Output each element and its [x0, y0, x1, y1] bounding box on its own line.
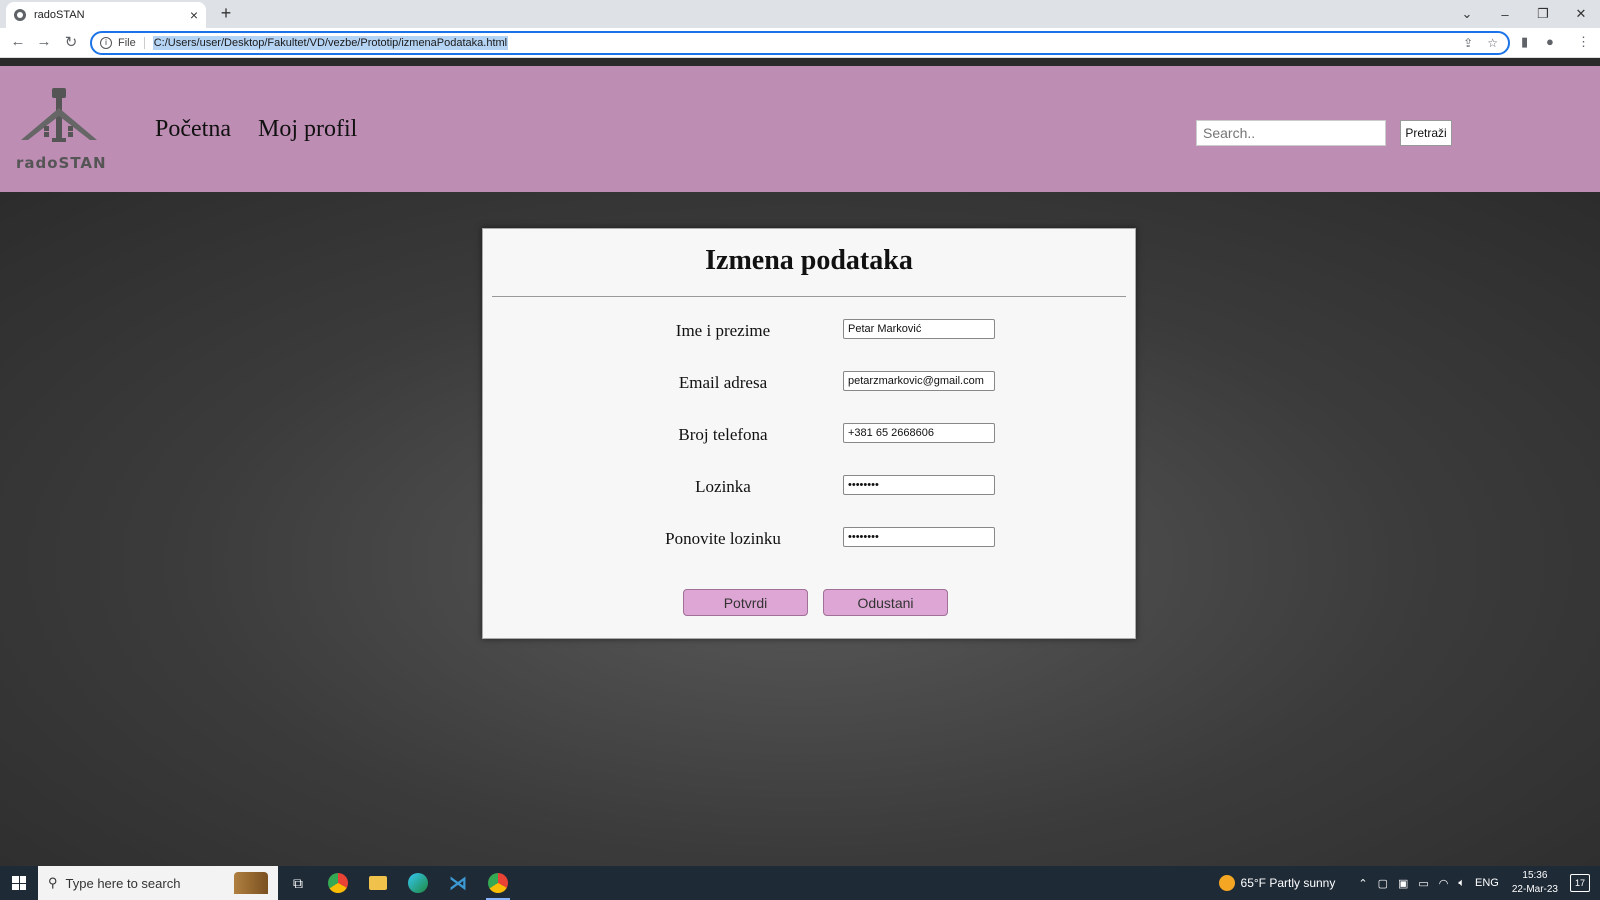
- clock[interactable]: 15:36 22-Mar-23: [1512, 869, 1558, 897]
- new-tab-button[interactable]: +: [214, 3, 238, 24]
- forward-icon[interactable]: →: [34, 33, 54, 50]
- restore-button[interactable]: ❐: [1524, 6, 1562, 22]
- key-house-logo-icon: [21, 88, 97, 142]
- globe-icon: [14, 9, 26, 21]
- url-omnibox[interactable]: i File C:/Users/user/Desktop/Fakultet/VD…: [90, 31, 1510, 55]
- email-label: Email adresa: [678, 373, 768, 392]
- site-header: radoSTAN Početna Moj profil Pretraži: [0, 66, 1600, 192]
- repeat-password-field[interactable]: [843, 527, 995, 547]
- notification-center-icon[interactable]: 17: [1570, 874, 1590, 892]
- task-view-icon[interactable]: ⧉: [278, 866, 318, 900]
- windows-taskbar: ⚲ Type here to search ⧉ ⋊ 65°F Partly su…: [0, 866, 1600, 900]
- brand-name: radoSTAN: [16, 154, 107, 172]
- page-top-strip: [0, 58, 1600, 66]
- file-explorer-icon[interactable]: [358, 866, 398, 900]
- profile-avatar-icon[interactable]: ●: [1546, 34, 1554, 49]
- site-info-icon[interactable]: i: [100, 37, 112, 49]
- windows-logo-icon: [12, 876, 26, 890]
- vscode-icon[interactable]: ⋊: [438, 866, 478, 900]
- weather-text: 65°F Partly sunny: [1240, 876, 1336, 890]
- field-row-password: Lozinka: [483, 475, 1137, 499]
- repeat-password-label: Ponovite lozinku: [665, 529, 781, 548]
- file-scheme-label: File: [118, 37, 145, 49]
- edge-icon[interactable]: [398, 866, 438, 900]
- cancel-button[interactable]: Odustani: [823, 589, 948, 616]
- search-button[interactable]: Pretraži: [1400, 120, 1452, 146]
- password-field[interactable]: [843, 475, 995, 495]
- name-field[interactable]: [843, 319, 995, 339]
- display-icon[interactable]: ▣: [1398, 877, 1408, 890]
- battery-icon[interactable]: ▭: [1418, 877, 1428, 890]
- weather-widget[interactable]: 65°F Partly sunny: [1218, 875, 1336, 891]
- system-tray: 65°F Partly sunny ⌃ ▢ ▣ ▭ ◠ 🔈︎ ENG 15:36…: [1218, 866, 1600, 900]
- title-divider: [492, 296, 1126, 297]
- search-input[interactable]: [1196, 120, 1386, 146]
- browser-tab-bar: radoSTAN × + ⌄ – ❐ ✕: [0, 0, 1600, 28]
- menu-kebab-icon[interactable]: ⋮: [1577, 34, 1590, 50]
- volume-icon[interactable]: 🔈︎: [1458, 877, 1465, 890]
- back-icon[interactable]: ←: [8, 33, 28, 50]
- address-bar-row: ← → ↻ i File C:/Users/user/Desktop/Fakul…: [0, 28, 1600, 58]
- taskbar-search-placeholder: Type here to search: [65, 875, 181, 891]
- main-nav: Početna Moj profil: [155, 116, 357, 143]
- chrome-active-icon[interactable]: [478, 866, 518, 900]
- chrome-icon[interactable]: [318, 866, 358, 900]
- browser-tab[interactable]: radoSTAN ×: [6, 2, 206, 28]
- form-title: Izmena podataka: [705, 245, 913, 276]
- field-row-email: Email adresa: [483, 371, 1137, 395]
- window-controls: ⌄ – ❐ ✕: [1448, 0, 1600, 28]
- field-row-phone: Broj telefona: [483, 423, 1137, 447]
- tab-search-icon[interactable]: ⌄: [1448, 6, 1486, 22]
- url-text[interactable]: C:/Users/user/Desktop/Fakultet/VD/vezbe/…: [152, 36, 509, 50]
- email-field[interactable]: [843, 371, 995, 391]
- tab-title: radoSTAN: [34, 9, 85, 21]
- taskbar-search[interactable]: ⚲ Type here to search: [38, 866, 278, 900]
- language-indicator[interactable]: ENG: [1475, 877, 1499, 889]
- chevron-up-icon[interactable]: ⌃: [1358, 877, 1367, 890]
- phone-field[interactable]: [843, 423, 995, 443]
- edit-profile-card: Izmena podataka Ime i prezime Email adre…: [482, 228, 1136, 639]
- nav-link-profile[interactable]: Moj profil: [258, 116, 357, 143]
- meet-icon[interactable]: ▢: [1378, 877, 1388, 890]
- password-label: Lozinka: [695, 477, 751, 496]
- side-panel-icon[interactable]: ▮: [1521, 34, 1528, 50]
- nav-link-home[interactable]: Početna: [155, 116, 231, 143]
- search-icon: ⚲: [48, 875, 58, 890]
- confirm-button[interactable]: Potvrdi: [683, 589, 808, 616]
- partly-sunny-icon: [1218, 875, 1235, 891]
- field-row-name: Ime i prezime: [483, 319, 1137, 343]
- tab-close-icon[interactable]: ×: [190, 7, 198, 23]
- share-icon[interactable]: ⇪: [1463, 36, 1473, 50]
- clock-time: 15:36: [1522, 870, 1548, 881]
- field-row-repeat-password: Ponovite lozinku: [483, 527, 1137, 551]
- name-label: Ime i prezime: [675, 321, 771, 340]
- phone-label: Broj telefona: [678, 425, 768, 444]
- bookmark-star-icon[interactable]: ☆: [1487, 36, 1498, 50]
- search-highlight-image: [234, 872, 268, 894]
- wifi-icon[interactable]: ◠: [1439, 877, 1449, 890]
- clock-date: 22-Mar-23: [1511, 884, 1558, 895]
- site-logo[interactable]: radoSTAN: [16, 88, 106, 188]
- close-window-button[interactable]: ✕: [1562, 6, 1600, 22]
- minimize-button[interactable]: –: [1486, 7, 1524, 22]
- reload-icon[interactable]: ↻: [61, 33, 81, 51]
- start-button[interactable]: [0, 866, 38, 900]
